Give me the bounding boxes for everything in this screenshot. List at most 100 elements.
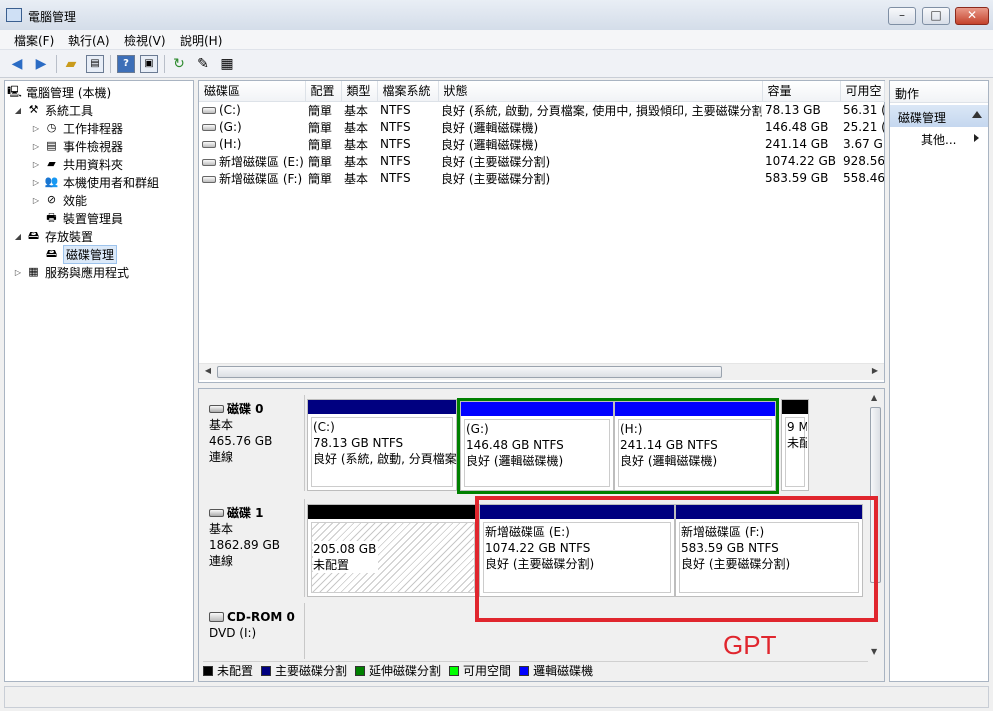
table-row[interactable]: 新增磁碟區 (F:) 簡單 基本 NTFS 良好 (主要磁碟分割) 583.59… (199, 170, 884, 187)
scroll-up-icon[interactable]: ▲ (871, 393, 877, 402)
show-tree-icon[interactable]: ▤ (86, 55, 104, 73)
column-header-layout[interactable]: 配置 (305, 81, 342, 102)
menu-file[interactable]: 檔案(F) (14, 32, 54, 49)
legend-item-free: 可用空間 (449, 662, 511, 679)
volume-table-header: 磁碟區 配置 類型 檔案系統 狀態 容量 可用空 (199, 81, 885, 102)
tree-item-services[interactable]: ▷ ▦ 服務與應用程式 (13, 263, 129, 281)
legend-item-logical: 邏輯磁碟機 (519, 662, 593, 679)
legend: 未配置 主要磁碟分割 延伸磁碟分割 可用空間 邏輯磁碟機 (203, 661, 868, 679)
expand-arrow-icon[interactable]: ◢ (13, 232, 23, 241)
services-icon: ▦ (28, 265, 39, 278)
clock-icon: ◷ (46, 121, 57, 134)
actions-pane: 動作 磁碟管理 其他... (889, 80, 989, 682)
maximize-button[interactable]: □ (922, 7, 950, 25)
column-header-filesystem[interactable]: 檔案系統 (377, 81, 439, 102)
tree-item-performance[interactable]: ▷ ⊘ 效能 (31, 191, 87, 209)
disk-0-label[interactable]: 磁碟 0 基本 465.76 GB 連線 (203, 395, 305, 491)
cdrom-0-label[interactable]: CD-ROM 0 DVD (I:) (203, 603, 305, 659)
scroll-right-icon[interactable]: ▶ (868, 366, 882, 378)
submenu-arrow-icon[interactable] (974, 134, 979, 142)
partition-c[interactable]: (C:) 78.13 GB NTFS 良好 (系統, 啟動, 分頁檔案 (307, 399, 457, 491)
tree-item-local-users[interactable]: ▷ 👥 本機使用者和群組 (31, 173, 159, 191)
tree-item-event-viewer[interactable]: ▷ ▤ 事件檢視器 (31, 137, 123, 155)
volume-icon (202, 158, 216, 166)
console-icon[interactable]: ▣ (140, 55, 158, 73)
partition-unallocated-small[interactable]: 9 M 未配 (781, 399, 809, 491)
event-log-icon: ▤ (46, 139, 57, 152)
partition-g[interactable]: (G:) 146.48 GB NTFS 良好 (邏輯磁碟機) (460, 401, 614, 491)
export-icon[interactable]: ▦ (218, 55, 236, 73)
partition-unallocated[interactable]: 205.08 GB 未配置 (307, 504, 479, 597)
more-actions-link[interactable]: 其他... (921, 131, 956, 148)
expand-arrow-icon[interactable]: ◢ (13, 106, 23, 115)
column-header-status[interactable]: 狀態 (438, 81, 763, 102)
volume-icon (202, 141, 216, 148)
collapsed-arrow-icon[interactable]: ▷ (31, 196, 41, 205)
scroll-left-icon[interactable]: ◀ (201, 366, 215, 378)
volume-icon (202, 107, 216, 114)
collapse-icon[interactable] (972, 111, 982, 118)
actions-section-disk-management[interactable]: 磁碟管理 (890, 105, 988, 127)
properties-icon[interactable]: ✎ (194, 55, 212, 73)
table-row[interactable]: (G:) 簡單 基本 NTFS 良好 (邏輯磁碟機) 146.48 GB 25.… (199, 119, 884, 136)
up-folder-icon[interactable]: ▰ (62, 55, 80, 73)
tools-icon: ⚒ (28, 103, 39, 116)
column-header-volume[interactable]: 磁碟區 (199, 81, 306, 102)
collapsed-arrow-icon[interactable]: ▷ (31, 160, 41, 169)
refresh-icon[interactable]: ↻ (170, 55, 188, 73)
column-header-type[interactable]: 類型 (341, 81, 378, 102)
tree-item-system-tools[interactable]: ◢ ⚒ 系統工具 (13, 101, 93, 119)
collapsed-arrow-icon[interactable]: ▷ (31, 178, 41, 187)
gpt-annotation: GPT (723, 630, 777, 660)
window-title: 電腦管理 (28, 10, 77, 24)
back-arrow-icon[interactable]: ◀ (8, 55, 26, 73)
collapsed-arrow-icon[interactable]: ▷ (31, 124, 41, 133)
tree-item-disk-management[interactable]: 🖴 磁碟管理 (31, 244, 118, 264)
tree-item-root[interactable]: 🖳 電腦管理 (本機) (7, 83, 111, 101)
forward-arrow-icon[interactable]: ▶ (32, 55, 50, 73)
storage-icon: 🖴 (27, 229, 40, 242)
table-row[interactable]: (H:) 簡單 基本 NTFS 良好 (邏輯磁碟機) 241.14 GB 3.6… (199, 136, 884, 153)
hard-disk-icon (209, 405, 224, 413)
shared-folder-icon: ▰ (47, 157, 56, 170)
device-manager-icon: 🖶 (46, 211, 57, 224)
disk-management-icon: 🖴 (45, 247, 58, 260)
gpt-highlight-box (475, 496, 878, 622)
horizontal-scrollbar[interactable]: ◀ ▶ (199, 363, 884, 380)
computer-icon: 🖳 (7, 85, 22, 98)
volume-icon (202, 175, 216, 183)
users-icon: 👥 (44, 175, 59, 188)
partition-h[interactable]: (H:) 241.14 GB NTFS 良好 (邏輯磁碟機) (614, 401, 776, 491)
legend-item-unallocated: 未配置 (203, 662, 253, 679)
legend-item-primary: 主要磁碟分割 (261, 662, 347, 679)
disk-1-label[interactable]: 磁碟 1 基本 1862.89 GB 連線 (203, 499, 305, 597)
minimize-button[interactable]: – (888, 7, 916, 25)
menu-view[interactable]: 檢視(V) (124, 32, 166, 49)
computer-management-icon (6, 8, 22, 22)
scrollbar-thumb[interactable] (217, 366, 722, 378)
volume-list: 磁碟區 配置 類型 檔案系統 狀態 容量 可用空 (C:) 簡單 基本 NTFS… (198, 80, 885, 383)
table-row[interactable]: 新增磁碟區 (E:) 簡單 基本 NTFS 良好 (主要磁碟分割) 1074.2… (199, 153, 884, 170)
collapsed-arrow-icon[interactable]: ▷ (13, 268, 23, 277)
status-bar (4, 686, 989, 708)
tree-item-task-scheduler[interactable]: ▷ ◷ 工作排程器 (31, 119, 123, 137)
no-entry-icon: ⊘ (46, 193, 57, 206)
help-icon[interactable]: ? (117, 55, 135, 73)
table-row[interactable]: (C:) 簡單 基本 NTFS 良好 (系統, 啟動, 分頁檔案, 使用中, 損… (199, 101, 884, 119)
tree-item-device-manager[interactable]: 🖶 裝置管理員 (31, 209, 123, 227)
menu-help[interactable]: 說明(H) (180, 32, 222, 49)
actions-header: 動作 (890, 81, 988, 103)
volume-icon (202, 124, 216, 131)
collapsed-arrow-icon[interactable]: ▷ (31, 142, 41, 151)
cd-drive-icon (209, 612, 224, 622)
menu-bar: 檔案(F) 執行(A) 檢視(V) 說明(H) (0, 30, 993, 50)
toolbar: ◀ ▶ ▰ ▤ ? ▣ ↻ ✎ ▦ (0, 50, 993, 78)
menu-action[interactable]: 執行(A) (68, 32, 110, 49)
tree-item-shared-folders[interactable]: ▷ ▰ 共用資料夾 (31, 155, 123, 173)
column-header-free-space[interactable]: 可用空 (840, 81, 885, 102)
close-button[interactable]: ✕ (955, 7, 989, 25)
tree-item-storage[interactable]: ◢ 🖴 存放裝置 (13, 227, 93, 245)
column-header-capacity[interactable]: 容量 (762, 81, 841, 102)
scroll-down-icon[interactable]: ▼ (871, 647, 877, 656)
title-bar: 電腦管理 – □ ✕ (0, 0, 993, 30)
